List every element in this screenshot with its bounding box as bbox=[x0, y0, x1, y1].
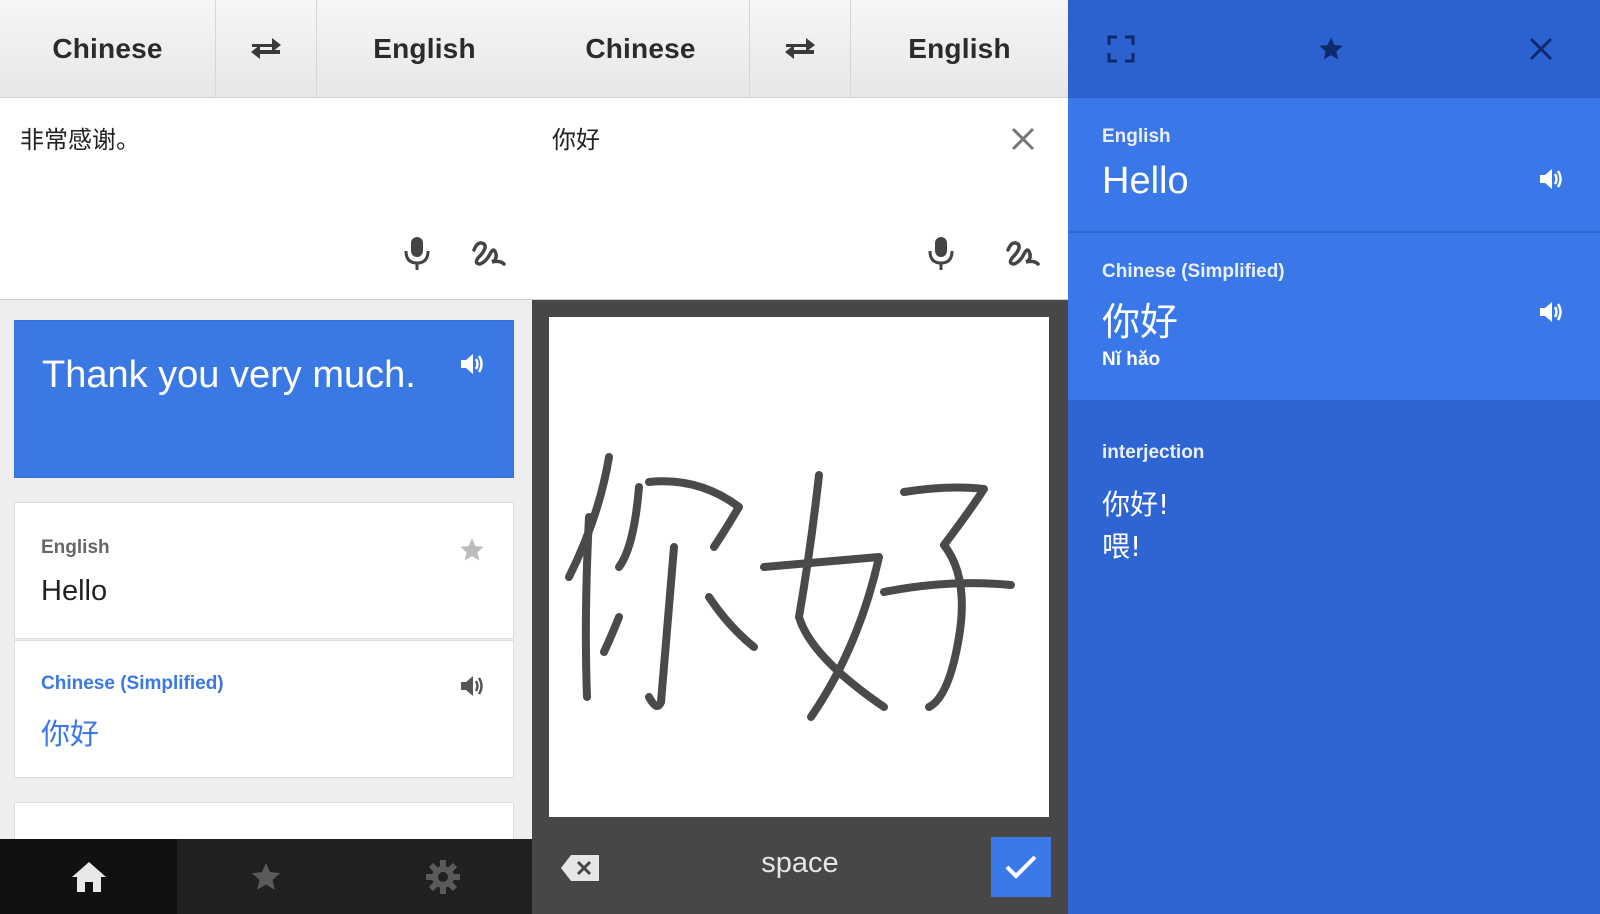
input-area[interactable]: 你好 bbox=[532, 98, 1068, 300]
nav-settings-button[interactable] bbox=[355, 839, 532, 914]
nav-favorites-button[interactable] bbox=[177, 839, 354, 914]
handwriting-button[interactable] bbox=[1002, 234, 1046, 274]
favorite-button[interactable] bbox=[1314, 32, 1348, 66]
chinese-section[interactable]: Chinese (Simplified) 你好 Nǐ hǎo bbox=[1068, 233, 1600, 400]
swap-icon bbox=[251, 37, 281, 59]
backspace-icon bbox=[561, 855, 599, 881]
section-value: 你好 bbox=[1102, 300, 1179, 344]
handwriting-toolbar: space bbox=[532, 817, 1068, 914]
handwriting-area: space bbox=[532, 300, 1068, 914]
input-area[interactable]: 非常感谢。 bbox=[0, 98, 532, 300]
translation-result-text: Thank you very much. bbox=[42, 354, 416, 396]
home-icon bbox=[71, 861, 106, 892]
speak-button[interactable] bbox=[455, 669, 489, 703]
speaker-icon bbox=[1540, 169, 1562, 189]
speak-button[interactable] bbox=[1534, 295, 1568, 329]
backspace-button[interactable] bbox=[558, 851, 602, 885]
dictionary-entry: 喂! bbox=[1102, 530, 1142, 563]
source-language-button[interactable]: Chinese bbox=[0, 0, 215, 97]
star-icon bbox=[1319, 37, 1343, 60]
swap-languages-button[interactable] bbox=[215, 0, 317, 97]
handwriting-icon bbox=[472, 241, 506, 266]
romanization-text: Nǐ hǎo bbox=[1102, 349, 1161, 370]
gear-icon bbox=[426, 859, 461, 894]
speak-result-button[interactable] bbox=[455, 347, 489, 381]
translate-panel-handwriting: Chinese English 你好 space bbox=[532, 0, 1068, 914]
input-text[interactable]: 非常感谢。 bbox=[20, 120, 140, 155]
star-button[interactable] bbox=[455, 533, 489, 567]
dictionary-card-english[interactable]: English Hello bbox=[14, 502, 514, 639]
microphone-icon bbox=[404, 237, 430, 270]
fullscreen-button[interactable] bbox=[1104, 32, 1138, 66]
microphone-button[interactable] bbox=[924, 234, 958, 274]
toolbar bbox=[1068, 0, 1600, 98]
card-value: 你好 bbox=[41, 717, 100, 751]
handwriting-icon bbox=[1006, 241, 1040, 266]
confirm-button[interactable] bbox=[991, 837, 1051, 897]
space-button[interactable]: space bbox=[682, 847, 918, 880]
input-text[interactable]: 你好 bbox=[552, 120, 600, 155]
section-language-label: Chinese (Simplified) bbox=[1102, 261, 1285, 282]
card-language-label: Chinese (Simplified) bbox=[41, 673, 224, 694]
dictionary-entry: 你好! bbox=[1102, 488, 1170, 521]
bottom-navigation bbox=[0, 839, 532, 914]
section-language-label: English bbox=[1102, 126, 1171, 147]
speaker-icon bbox=[461, 676, 483, 696]
speaker-icon bbox=[1540, 302, 1562, 322]
microphone-button[interactable] bbox=[400, 234, 434, 274]
star-icon bbox=[460, 538, 484, 561]
translate-panel-fullscreen: English Hello Chinese (Simplified) 你好 Nǐ… bbox=[1068, 0, 1600, 914]
close-button[interactable] bbox=[1524, 32, 1558, 66]
target-language-button[interactable]: English bbox=[851, 0, 1068, 97]
dictionary-card-chinese[interactable]: Chinese (Simplified) 你好 bbox=[14, 640, 514, 778]
star-icon bbox=[251, 862, 281, 890]
target-language-button[interactable]: English bbox=[317, 0, 532, 97]
speaker-icon bbox=[461, 354, 483, 374]
english-section[interactable]: English Hello bbox=[1068, 98, 1600, 232]
handwriting-button[interactable] bbox=[468, 234, 512, 274]
swap-languages-button[interactable] bbox=[749, 0, 851, 97]
language-bar: Chinese English bbox=[532, 0, 1068, 98]
fullscreen-icon bbox=[1107, 35, 1135, 63]
card-value: Hello bbox=[41, 575, 108, 607]
nav-home-button[interactable] bbox=[0, 839, 178, 914]
swap-icon bbox=[785, 37, 815, 59]
handwritten-strokes bbox=[565, 453, 1015, 721]
translation-result-card[interactable]: Thank you very much. bbox=[14, 320, 514, 478]
checkmark-icon bbox=[1005, 855, 1037, 879]
microphone-icon bbox=[928, 237, 954, 270]
part-of-speech-label: interjection bbox=[1102, 442, 1205, 463]
section-value: Hello bbox=[1102, 160, 1189, 202]
close-icon bbox=[1011, 127, 1035, 151]
card-language-label: English bbox=[41, 537, 110, 558]
close-icon bbox=[1529, 37, 1553, 61]
handwriting-canvas[interactable] bbox=[549, 317, 1049, 817]
clear-input-button[interactable] bbox=[1006, 122, 1040, 156]
source-language-button[interactable]: Chinese bbox=[532, 0, 749, 97]
translate-panel-text: Chinese English 非常感谢。 Thank you very muc… bbox=[0, 0, 532, 914]
speak-button[interactable] bbox=[1534, 162, 1568, 196]
language-bar: Chinese English bbox=[0, 0, 532, 98]
